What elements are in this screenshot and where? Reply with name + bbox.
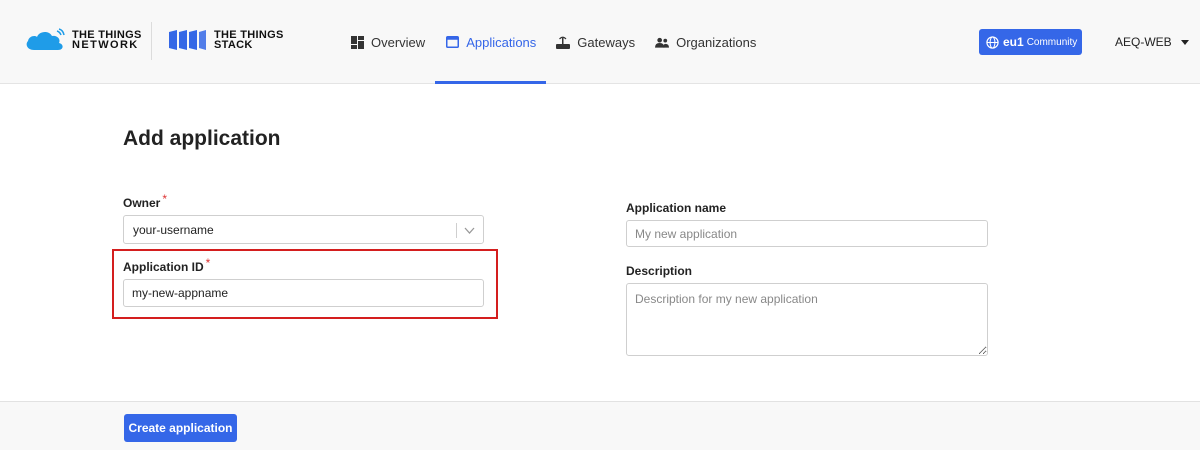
top-header: THE THINGS NETWORK THE THINGS STACK Over… [0,0,1200,84]
cluster-type: Community [1026,36,1078,48]
globe-icon [986,35,999,49]
owner-label: Owner * [123,192,167,210]
cluster-region: eu1 [1003,35,1024,49]
page-title: Add application [123,127,281,150]
brand-divider [151,22,152,60]
cloud-icon [26,28,65,50]
application-id-input[interactable] [123,279,484,307]
stack-logo-icon [169,30,206,50]
gateway-icon [556,35,571,49]
overview-icon [350,35,364,49]
tts-wordmark: THE THINGS STACK [214,29,284,51]
owner-select-value: your-username [133,223,214,237]
nav-applications[interactable]: Applications [435,0,547,84]
user-name: AEQ-WEB [1115,35,1172,49]
owner-select[interactable]: your-username [123,215,484,244]
application-id-label-text: Application ID [123,260,204,274]
chevron-down-icon [464,227,475,234]
owner-required-mark: * [162,192,168,206]
ttn-wordmark: THE THINGS NETWORK [72,29,142,51]
create-application-button[interactable]: Create application [124,414,237,442]
nav-gateways-label: Gateways [577,34,636,50]
ttn-logo[interactable]: THE THINGS NETWORK [24,28,142,52]
nav-organizations-label: Organizations [676,34,757,50]
application-id-required-mark: * [205,256,211,270]
application-id-label: Application ID * [123,256,210,274]
nav-applications-label: Applications [466,34,537,50]
description-textarea[interactable] [626,283,988,356]
cluster-selector-button[interactable]: eu1 Community [979,29,1082,55]
main-nav: Overview Applications Gateways Organizat… [340,0,766,84]
nav-overview[interactable]: Overview [340,0,435,84]
nav-overview-label: Overview [371,34,426,50]
application-name-label: Application name [626,201,727,215]
user-menu[interactable]: AEQ-WEB [1115,35,1189,49]
owner-label-text: Owner [123,196,161,210]
tts-logo[interactable]: THE THINGS STACK [168,28,284,52]
description-label: Description [626,264,693,278]
application-name-input[interactable] [626,220,988,247]
nav-organizations[interactable]: Organizations [645,0,766,84]
caret-down-icon [1180,39,1189,45]
organizations-icon [655,35,670,49]
nav-gateways[interactable]: Gateways [546,0,645,84]
applications-icon [445,35,459,49]
select-separator [456,223,457,238]
